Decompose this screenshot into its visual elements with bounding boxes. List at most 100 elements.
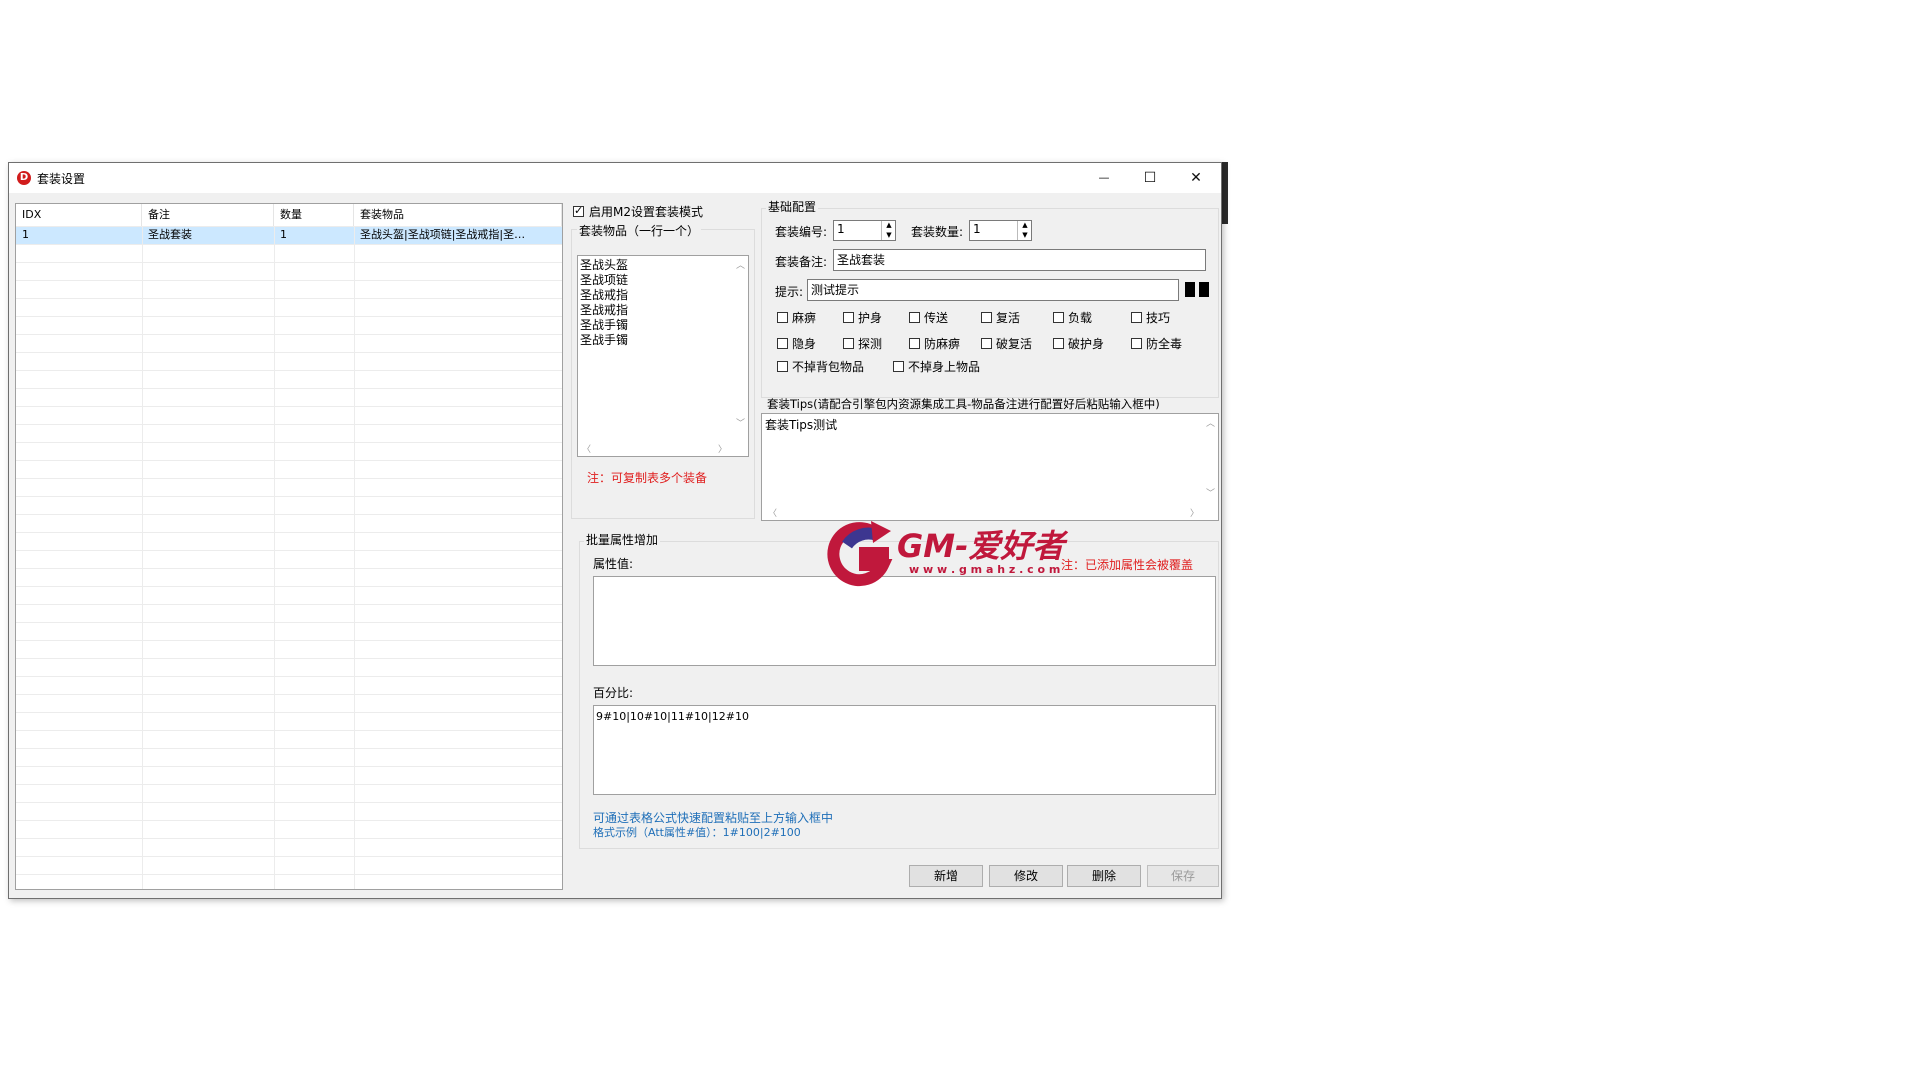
flag-checkbox[interactable]: [1053, 312, 1064, 323]
column-header-count[interactable]: 数量: [274, 204, 354, 226]
grid-row-line: [16, 370, 562, 371]
close-button[interactable]: ✕: [1173, 163, 1219, 193]
flag-checkbox-label: 不掉背包物品: [792, 360, 865, 374]
spin-up-icon[interactable]: ▲: [881, 221, 896, 230]
percent-textarea[interactable]: 9#10|10#10|11#10|12#10: [593, 705, 1216, 795]
tips-textarea[interactable]: 套装Tips测试 ︿ ﹀ 〈 〉: [761, 413, 1219, 521]
grid-row-line: [16, 226, 562, 227]
scroll-down-icon[interactable]: ﹀: [1206, 486, 1215, 499]
tips-value: 套装Tips测试: [765, 418, 838, 432]
title-bar: D 套装设置 — ☐ ✕: [9, 163, 1221, 193]
grid-column-line: [142, 226, 143, 889]
flag-checkbox[interactable]: [843, 338, 854, 349]
flag-checkbox[interactable]: [981, 312, 992, 323]
attr-value-label: 属性值:: [593, 557, 634, 571]
flag-checkbox[interactable]: [893, 361, 904, 372]
set-count-spinbox[interactable]: 1 ▲ ▼: [969, 220, 1032, 241]
grid-row-line: [16, 874, 562, 875]
grid-row-line: [16, 496, 562, 497]
column-header-remark[interactable]: 备注: [142, 204, 274, 226]
grid-row-line: [16, 280, 562, 281]
flag-checkbox-label: 破复活: [996, 337, 1033, 351]
column-header-items[interactable]: 套装物品: [354, 204, 562, 226]
scroll-down-icon[interactable]: ﹀: [736, 416, 745, 429]
flag-checkbox-label: 防全毒: [1146, 337, 1183, 351]
delete-button[interactable]: 删除: [1067, 865, 1141, 887]
grid-row-line: [16, 784, 562, 785]
set-count-label: 套装数量:: [911, 225, 964, 239]
grid-row-line: [16, 730, 562, 731]
window-shadow-right: [1222, 162, 1228, 224]
flag-checkbox-label: 麻痹: [792, 311, 817, 325]
remark-input[interactable]: 圣战套装: [833, 249, 1206, 271]
flag-checkbox-label: 防麻痹: [924, 337, 961, 351]
column-header-idx[interactable]: IDX: [16, 204, 142, 226]
grid-row-line: [16, 460, 562, 461]
scroll-left-icon[interactable]: 〈: [768, 506, 777, 519]
suit-item-line: 圣战戒指: [580, 288, 629, 302]
edit-button[interactable]: 修改: [989, 865, 1063, 887]
enable-m2-checkbox[interactable]: [573, 204, 584, 217]
flag-checkbox-label: 传送: [924, 311, 949, 325]
add-button[interactable]: 新增: [909, 865, 983, 887]
enable-m2-label: 启用M2设置套装模式: [589, 205, 703, 219]
basic-config-label: 基础配置: [766, 198, 819, 215]
scroll-up-icon[interactable]: ︿: [1206, 416, 1215, 429]
help-line-2: 格式示例（Att属性#值）：1#100|2#100: [593, 826, 801, 839]
minimize-button[interactable]: —: [1081, 163, 1127, 193]
grid-row-line: [16, 622, 562, 623]
color-swatch-2[interactable]: [1199, 282, 1209, 297]
scroll-up-icon[interactable]: ︿: [736, 258, 745, 271]
flag-checkbox[interactable]: [843, 312, 854, 323]
flag-checkbox-label: 不掉身上物品: [908, 360, 981, 374]
flag-checkbox[interactable]: [1131, 312, 1142, 323]
flag-checkbox-label: 破护身: [1068, 337, 1105, 351]
spin-down-icon[interactable]: ▼: [881, 230, 896, 240]
watermark-logo: GM-爱好者 w w w . g m a h z . c o m: [827, 515, 1127, 591]
grid-row-line: [16, 748, 562, 749]
flag-checkbox[interactable]: [1131, 338, 1142, 349]
copy-note: 注：可复制表多个装备: [587, 471, 708, 485]
watermark-url: w w w . g m a h z . c o m: [909, 563, 1061, 576]
scroll-right-icon[interactable]: 〉: [1190, 506, 1199, 519]
spin-up-icon[interactable]: ▲: [1017, 221, 1032, 230]
flag-checkbox[interactable]: [777, 338, 788, 349]
grid-row-line: [16, 838, 562, 839]
tips-label: 套装Tips(请配合引擎包内资源集成工具-物品备注进行配置好后粘贴输入框中): [767, 397, 1160, 411]
grid-row-line: [16, 676, 562, 677]
flag-checkbox[interactable]: [981, 338, 992, 349]
grid-row-line: [16, 532, 562, 533]
spin-down-icon[interactable]: ▼: [1017, 230, 1032, 240]
color-swatch-1[interactable]: [1185, 282, 1195, 297]
save-button[interactable]: 保存: [1147, 865, 1219, 887]
grid-row-line: [16, 550, 562, 551]
scroll-right-icon[interactable]: 〉: [718, 442, 727, 455]
suit-list-view[interactable]: IDX 备注 数量 套装物品 1 圣战套装 1 圣战头盔|圣战项链|圣战戒指|圣…: [15, 203, 563, 890]
suit-item-line: 圣战戒指: [580, 303, 629, 317]
suit-items-textarea[interactable]: 圣战头盔 圣战项链 圣战戒指 圣战戒指 圣战手镯 圣战手镯 ︿ ﹀ 〈 〉: [577, 255, 749, 457]
grid-row-line: [16, 604, 562, 605]
flag-checkbox[interactable]: [777, 312, 788, 323]
maximize-button[interactable]: ☐: [1127, 163, 1173, 193]
set-count-value: 1: [973, 222, 981, 236]
table-cell-items: 圣战头盔|圣战项链|圣战戒指|圣…: [360, 228, 526, 241]
set-number-spinbox[interactable]: 1 ▲ ▼: [833, 220, 896, 241]
suit-items-list: 圣战头盔 圣战项链 圣战戒指 圣战戒指 圣战手镯 圣战手镯: [580, 258, 628, 348]
percent-value: 9#10|10#10|11#10|12#10: [596, 710, 749, 723]
grid-row-line: [16, 478, 562, 479]
suit-item-line: 圣战项链: [580, 273, 629, 287]
hint-input[interactable]: 测试提示: [807, 279, 1179, 301]
flag-checkbox[interactable]: [777, 361, 788, 372]
batch-attr-label: 批量属性增加: [584, 531, 661, 548]
grid-row-line: [16, 262, 562, 263]
grid-column-line: [274, 226, 275, 889]
flag-checkbox[interactable]: [909, 338, 920, 349]
grid-row-line: [16, 244, 562, 245]
grid-row-line: [16, 352, 562, 353]
window-title: 套装设置: [37, 172, 86, 186]
grid-row-line: [16, 406, 562, 407]
flag-checkbox-label: 隐身: [792, 337, 817, 351]
flag-checkbox[interactable]: [909, 312, 920, 323]
flag-checkbox[interactable]: [1053, 338, 1064, 349]
scroll-left-icon[interactable]: 〈: [582, 442, 591, 455]
